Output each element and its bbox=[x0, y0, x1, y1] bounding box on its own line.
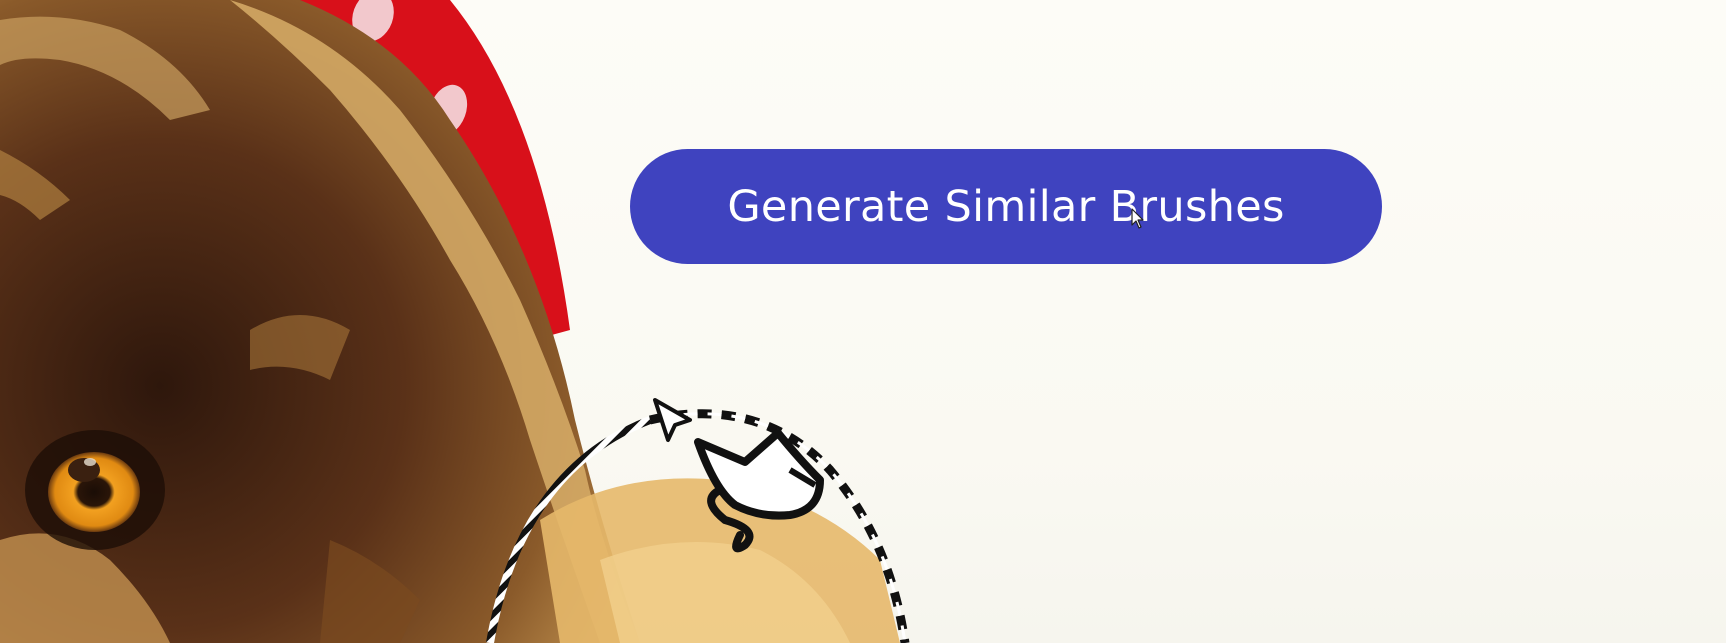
generate-similar-brushes-button[interactable]: Generate Similar Brushes bbox=[630, 149, 1382, 264]
dog-eye bbox=[25, 430, 165, 550]
mouse-pointer-icon bbox=[1131, 208, 1144, 229]
canvas-artwork bbox=[0, 0, 910, 643]
canvas-stage: Generate Similar Brushes bbox=[0, 0, 1726, 643]
arrow-cursor-icon bbox=[653, 398, 692, 442]
